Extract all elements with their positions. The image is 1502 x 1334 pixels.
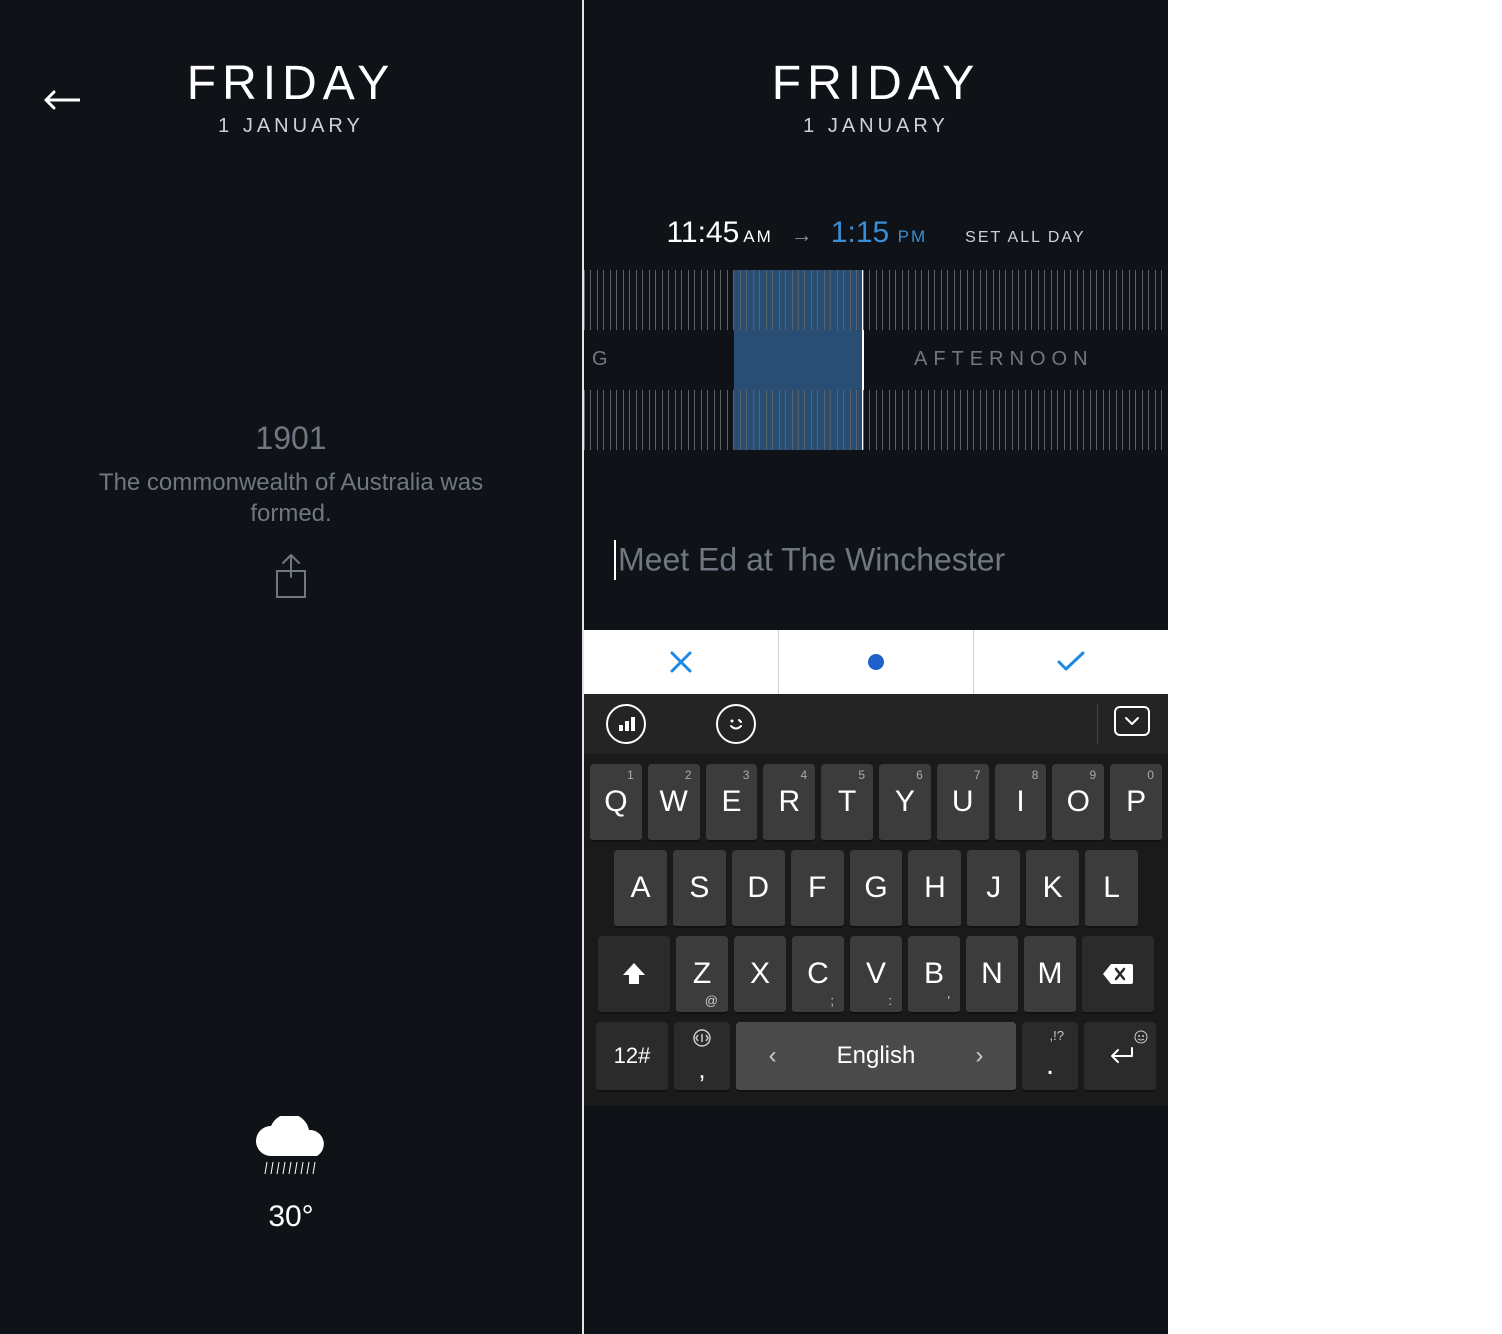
key-X[interactable]: X <box>734 936 786 1014</box>
keyboard-toolbar <box>584 694 1168 754</box>
space-key[interactable]: ‹English› <box>736 1022 1016 1092</box>
key-D[interactable]: D <box>732 850 785 928</box>
keyboard-collapse-button[interactable] <box>1114 706 1150 736</box>
key-C[interactable]: C; <box>792 936 844 1014</box>
key-B[interactable]: B' <box>908 936 960 1014</box>
key-J[interactable]: J <box>967 850 1020 928</box>
backspace-key[interactable] <box>1082 936 1154 1014</box>
share-button[interactable] <box>271 553 311 601</box>
date-label: 1 JANUARY <box>584 115 1168 138</box>
period-key[interactable]: ,!?. <box>1022 1022 1078 1092</box>
key-O[interactable]: 9O <box>1052 764 1104 842</box>
action-bar <box>584 630 1168 694</box>
right-pane: FRIDAY 1 JANUARY 11:45AM → 1:15 PM SET A… <box>584 0 1168 1334</box>
end-time[interactable]: 1:15 PM <box>831 216 927 250</box>
time-row: 11:45AM → 1:15 PM SET ALL DAY <box>584 216 1168 250</box>
comma-key[interactable]: , <box>674 1022 730 1092</box>
right-header: FRIDAY 1 JANUARY <box>584 0 1168 138</box>
key-L[interactable]: L <box>1085 850 1138 928</box>
left-pane: FRIDAY 1 JANUARY 1901 The commonwealth o… <box>0 0 582 1334</box>
timeline[interactable]: G AFTERNOON <box>584 270 1168 450</box>
start-time[interactable]: 11:45AM <box>666 216 772 250</box>
temperature-label: 30° <box>0 1200 582 1234</box>
emoji-icon[interactable] <box>716 704 756 744</box>
day-label: FRIDAY <box>584 56 1168 111</box>
keyboard: 1Q2W3E4R5T6Y7U8I9O0P ASDFGHJKL Z@XC;V:B'… <box>584 694 1168 1106</box>
color-dot-button[interactable] <box>778 630 973 694</box>
key-N[interactable]: N <box>966 936 1018 1014</box>
text-cursor <box>614 540 616 580</box>
shift-key[interactable] <box>598 936 670 1014</box>
confirm-button[interactable] <box>973 630 1168 694</box>
timeline-label-left: G <box>592 348 614 371</box>
key-Q[interactable]: 1Q <box>590 764 642 842</box>
event-title-input[interactable]: Meet Ed at The Winchester <box>614 540 1138 580</box>
key-H[interactable]: H <box>908 850 961 928</box>
keyboard-settings-icon[interactable] <box>606 704 646 744</box>
key-A[interactable]: A <box>614 850 667 928</box>
back-arrow-button[interactable] <box>40 88 80 112</box>
key-Y[interactable]: 6Y <box>879 764 931 842</box>
arrow-right-icon: → <box>791 222 813 248</box>
key-F[interactable]: F <box>791 850 844 928</box>
weather-widget: 30° <box>0 1116 582 1234</box>
key-K[interactable]: K <box>1026 850 1079 928</box>
key-G[interactable]: G <box>850 850 903 928</box>
key-W[interactable]: 2W <box>648 764 700 842</box>
key-Z[interactable]: Z@ <box>676 936 728 1014</box>
rain-cloud-icon <box>241 1116 341 1196</box>
day-label: FRIDAY <box>0 56 582 111</box>
key-I[interactable]: 8I <box>995 764 1047 842</box>
set-all-day-button[interactable]: SET ALL DAY <box>965 229 1085 247</box>
event-placeholder: Meet Ed at The Winchester <box>618 542 1005 578</box>
cancel-button[interactable] <box>584 630 778 694</box>
history-fact: 1901 The commonwealth of Australia was f… <box>0 420 582 601</box>
timeline-label-right: AFTERNOON <box>914 348 1094 371</box>
key-E[interactable]: 3E <box>706 764 758 842</box>
symbols-key[interactable]: 12# <box>596 1022 668 1092</box>
enter-key[interactable] <box>1084 1022 1156 1092</box>
key-R[interactable]: 4R <box>763 764 815 842</box>
date-label: 1 JANUARY <box>0 115 582 138</box>
key-T[interactable]: 5T <box>821 764 873 842</box>
key-S[interactable]: S <box>673 850 726 928</box>
whitespace <box>1168 0 1502 1334</box>
key-P[interactable]: 0P <box>1110 764 1162 842</box>
key-U[interactable]: 7U <box>937 764 989 842</box>
fact-text: The commonwealth of Australia was formed… <box>0 467 582 529</box>
key-M[interactable]: M <box>1024 936 1076 1014</box>
left-header: FRIDAY 1 JANUARY <box>0 0 582 138</box>
fact-year: 1901 <box>0 420 582 457</box>
key-V[interactable]: V: <box>850 936 902 1014</box>
